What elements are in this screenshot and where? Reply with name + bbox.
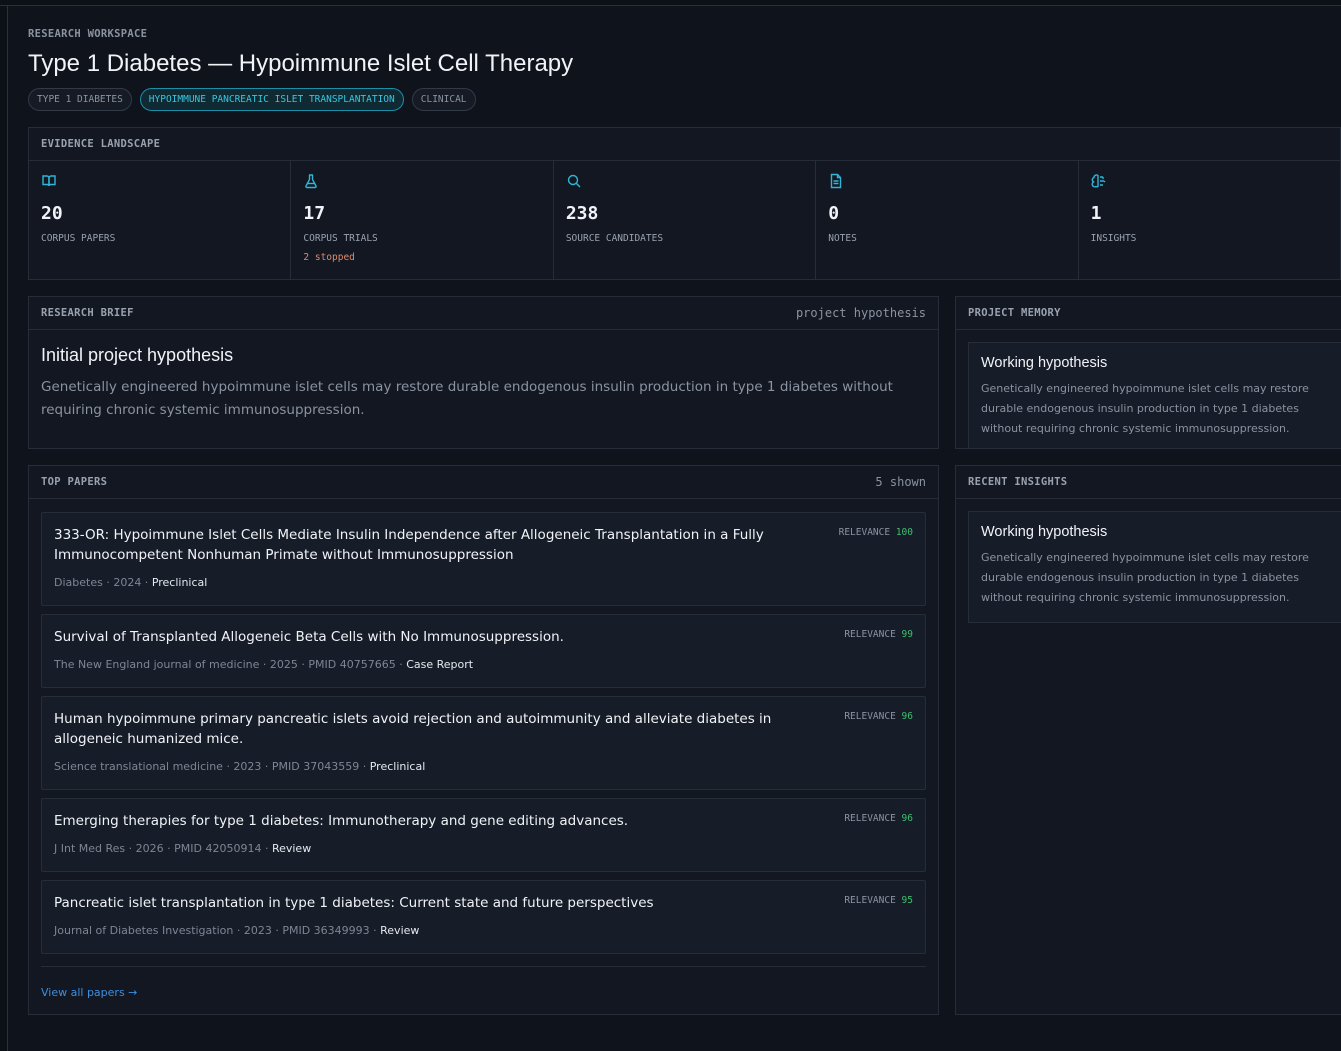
paper-title[interactable]: Emerging therapies for type 1 diabetes: …	[54, 811, 824, 831]
relevance-value: 95	[901, 895, 913, 906]
brief-heading: Initial project hypothesis	[41, 345, 234, 365]
view-all-papers-link[interactable]: View all papers →	[41, 986, 137, 999]
memory-card-text: Genetically engineered hypoimmune islet …	[981, 382, 1309, 435]
paper-card[interactable]: Human hypoimmune primary pancreatic isle…	[41, 696, 926, 790]
relevance-badge: RELEVANCE 99	[844, 629, 913, 640]
workspace-eyebrow: RESEARCH WORKSPACE	[28, 28, 148, 40]
relevance-badge: RELEVANCE 95	[844, 895, 913, 906]
paper-source: Diabetes · 2024 ·	[54, 576, 152, 589]
recent-insights-panel: RECENT INSIGHTS Working hypothesis Genet…	[955, 465, 1341, 1015]
left-rail	[0, 6, 8, 1051]
stat-value: 17	[303, 203, 326, 224]
recent-insights-header: RECENT INSIGHTS	[956, 466, 1341, 499]
relevance-value: 100	[895, 527, 913, 538]
top-bar	[0, 0, 1341, 6]
top-papers-title: TOP PAPERS	[41, 476, 108, 488]
paper-card[interactable]: Emerging therapies for type 1 diabetes: …	[41, 798, 926, 872]
brain-icon	[1091, 173, 1107, 189]
paper-source: J Int Med Res · 2026 · PMID 42050914 ·	[54, 842, 272, 855]
insight-card[interactable]: Working hypothesis Genetically engineere…	[968, 511, 1341, 623]
relevance-label: RELEVANCE	[844, 813, 896, 824]
top-papers-header: TOP PAPERS 5 shown	[29, 466, 938, 499]
flask-icon	[303, 173, 319, 189]
project-memory-title: PROJECT MEMORY	[968, 307, 1061, 319]
paper-source: Science translational medicine · 2023 · …	[54, 760, 370, 773]
stat-sub-stopped: 2 stopped	[303, 252, 355, 263]
relevance-value: 99	[901, 629, 913, 640]
paper-meta: Diabetes · 2024 · Preclinical	[54, 576, 207, 589]
paper-type: Preclinical	[369, 760, 426, 773]
search-icon	[566, 173, 582, 189]
tag-list: TYPE 1 DIABETES HYPOIMMUNE PANCREATIC IS…	[28, 88, 476, 111]
paper-title[interactable]: 333-OR: Hypoimmune Islet Cells Mediate I…	[54, 525, 824, 565]
research-brief-title: RESEARCH BRIEF	[41, 307, 134, 319]
relevance-label: RELEVANCE	[844, 711, 896, 722]
evidence-landscape-panel: EVIDENCE LANDSCAPE 20 CORPUS PAPERS 17 C…	[28, 127, 1341, 280]
stats-row: 20 CORPUS PAPERS 17 CORPUS TRIALS 2 stop…	[29, 161, 1340, 279]
insight-card-title: Working hypothesis	[981, 524, 1108, 540]
relevance-label: RELEVANCE	[838, 527, 891, 538]
tag-hypoimmune-islet-transplantation[interactable]: HYPOIMMUNE PANCREATIC ISLET TRANSPLANTAT…	[139, 88, 404, 111]
stat-label: INSIGHTS	[1090, 233, 1137, 244]
relevance-badge: RELEVANCE 96	[844, 711, 913, 722]
evidence-landscape-title: EVIDENCE LANDSCAPE	[41, 138, 161, 150]
tag-clinical[interactable]: CLINICAL	[411, 88, 476, 111]
relevance-value: 96	[901, 813, 913, 824]
stat-notes[interactable]: 0 NOTES	[816, 161, 1079, 279]
relevance-badge: RELEVANCE 96	[844, 813, 913, 824]
stat-value: 0	[828, 203, 840, 224]
research-brief-header: RESEARCH BRIEF project hypothesis	[29, 297, 938, 330]
stat-value: 20	[41, 203, 63, 224]
paper-meta: The New England journal of medicine · 20…	[54, 658, 473, 671]
relevance-label: RELEVANCE	[844, 895, 896, 906]
book-open-icon	[41, 173, 57, 189]
top-papers-panel: TOP PAPERS 5 shown 333-OR: Hypoimmune Is…	[28, 465, 939, 1015]
paper-source: Journal of Diabetes Investigation · 2023…	[54, 924, 381, 937]
document-icon	[828, 173, 844, 189]
paper-meta: J Int Med Res · 2026 · PMID 42050914 · R…	[54, 842, 311, 855]
insight-card-text: Genetically engineered hypoimmune islet …	[981, 551, 1309, 604]
memory-card[interactable]: Working hypothesis Genetically engineere…	[968, 342, 1341, 448]
paper-title[interactable]: Pancreatic islet transplantation in type…	[54, 893, 824, 913]
brief-text: Genetically engineered hypoimmune islet …	[41, 379, 893, 418]
paper-type: Review	[380, 924, 420, 937]
top-papers-count: 5 shown	[875, 475, 926, 489]
paper-source: The New England journal of medicine · 20…	[54, 658, 407, 671]
stat-label: CORPUS TRIALS	[303, 233, 378, 244]
research-brief-meta: project hypothesis	[795, 306, 926, 320]
evidence-landscape-header: EVIDENCE LANDSCAPE	[29, 128, 1340, 161]
paper-meta: Science translational medicine · 2023 · …	[54, 760, 425, 773]
paper-type: Case Report	[406, 658, 474, 671]
paper-card[interactable]: Survival of Transplanted Allogeneic Beta…	[41, 614, 926, 688]
stat-label: CORPUS PAPERS	[41, 233, 116, 244]
paper-type: Preclinical	[151, 576, 208, 589]
paper-card[interactable]: Pancreatic islet transplantation in type…	[41, 880, 926, 954]
tag-type-1-diabetes[interactable]: TYPE 1 DIABETES	[28, 88, 132, 111]
stat-label: NOTES	[828, 233, 857, 244]
stat-label: SOURCE CANDIDATES	[565, 233, 664, 244]
stat-corpus-trials[interactable]: 17 CORPUS TRIALS 2 stopped	[291, 161, 554, 279]
relevance-value: 96	[901, 711, 913, 722]
recent-insights-title: RECENT INSIGHTS	[968, 476, 1068, 488]
research-brief-panel: RESEARCH BRIEF project hypothesis Initia…	[28, 296, 939, 449]
paper-meta: Journal of Diabetes Investigation · 2023…	[54, 924, 419, 937]
stat-source-candidates[interactable]: 238 SOURCE CANDIDATES	[554, 161, 817, 279]
memory-card-title: Working hypothesis	[981, 355, 1108, 371]
project-memory-panel: PROJECT MEMORY Working hypothesis Geneti…	[955, 296, 1341, 449]
page-title: Type 1 Diabetes — Hypoimmune Islet Cell …	[28, 50, 574, 77]
paper-title[interactable]: Human hypoimmune primary pancreatic isle…	[54, 709, 824, 749]
paper-type: Review	[271, 842, 312, 855]
stat-value: 238	[565, 203, 599, 224]
relevance-label: RELEVANCE	[844, 629, 896, 640]
paper-title[interactable]: Survival of Transplanted Allogeneic Beta…	[54, 627, 824, 647]
stat-value: 1	[1090, 203, 1102, 224]
stat-insights[interactable]: 1 INSIGHTS	[1079, 161, 1340, 279]
relevance-badge: RELEVANCE 100	[839, 527, 913, 538]
papers-divider	[41, 966, 926, 967]
stat-corpus-papers[interactable]: 20 CORPUS PAPERS	[29, 161, 292, 279]
project-memory-header: PROJECT MEMORY	[956, 297, 1341, 330]
paper-card[interactable]: 333-OR: Hypoimmune Islet Cells Mediate I…	[41, 512, 926, 606]
